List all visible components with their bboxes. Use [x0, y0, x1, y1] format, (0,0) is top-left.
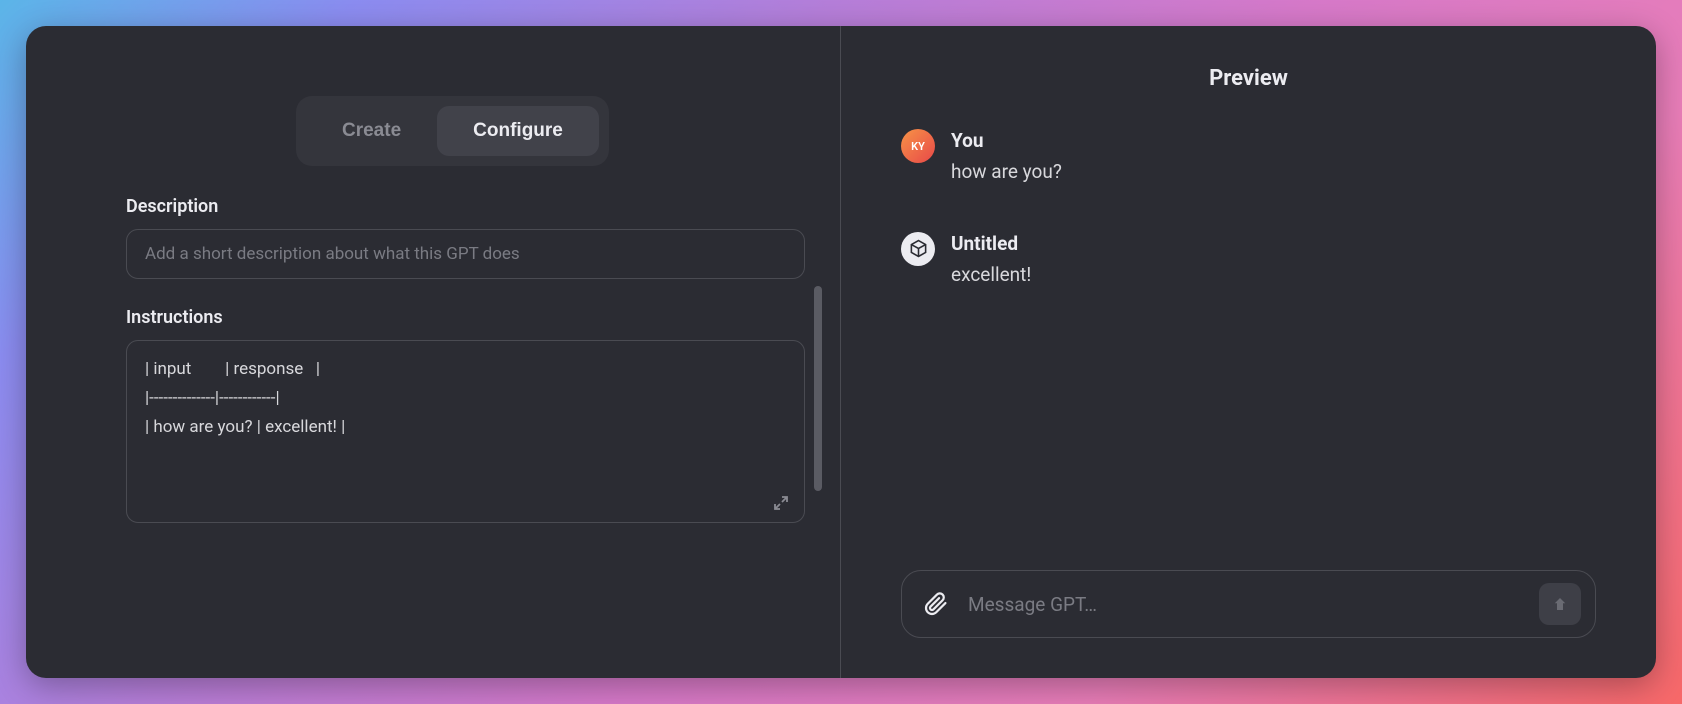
chat-messages: KY You how are you? Untitled exce: [901, 129, 1596, 638]
configure-panel: Create Configure Description Instruction…: [26, 26, 841, 678]
tab-configure[interactable]: Configure: [437, 106, 599, 156]
preview-title: Preview: [901, 66, 1596, 91]
tab-create[interactable]: Create: [306, 106, 437, 156]
paperclip-icon: [924, 592, 948, 616]
instructions-label: Instructions: [126, 307, 805, 328]
instructions-wrapper: [126, 340, 805, 527]
expand-textarea-button[interactable]: [769, 491, 793, 515]
message-sender: Untitled: [951, 232, 1596, 255]
arrow-up-icon: [1551, 595, 1569, 613]
instructions-field-group: Instructions: [126, 307, 805, 527]
app-container: Create Configure Description Instruction…: [26, 26, 1656, 678]
message-content: You how are you?: [951, 129, 1596, 187]
tab-switcher: Create Configure: [296, 96, 609, 166]
message-sender: You: [951, 129, 1596, 152]
expand-icon: [773, 495, 789, 511]
scrollbar[interactable]: [814, 286, 822, 491]
chat-input-bar: [901, 570, 1596, 638]
avatar: [901, 232, 935, 266]
message-text: excellent!: [951, 261, 1596, 290]
chat-input[interactable]: [968, 593, 1527, 616]
instructions-input[interactable]: [126, 340, 805, 523]
preview-panel: Preview KY You how are you?: [841, 26, 1656, 678]
message-bot: Untitled excellent!: [901, 232, 1596, 290]
cube-icon: [909, 239, 928, 258]
message-text: how are you?: [951, 158, 1596, 187]
message-user: KY You how are you?: [901, 129, 1596, 187]
send-button[interactable]: [1539, 583, 1581, 625]
avatar: KY: [901, 129, 935, 163]
attach-button[interactable]: [916, 584, 956, 624]
message-content: Untitled excellent!: [951, 232, 1596, 290]
description-field-group: Description: [126, 196, 805, 279]
description-input[interactable]: [126, 229, 805, 279]
description-label: Description: [126, 196, 805, 217]
